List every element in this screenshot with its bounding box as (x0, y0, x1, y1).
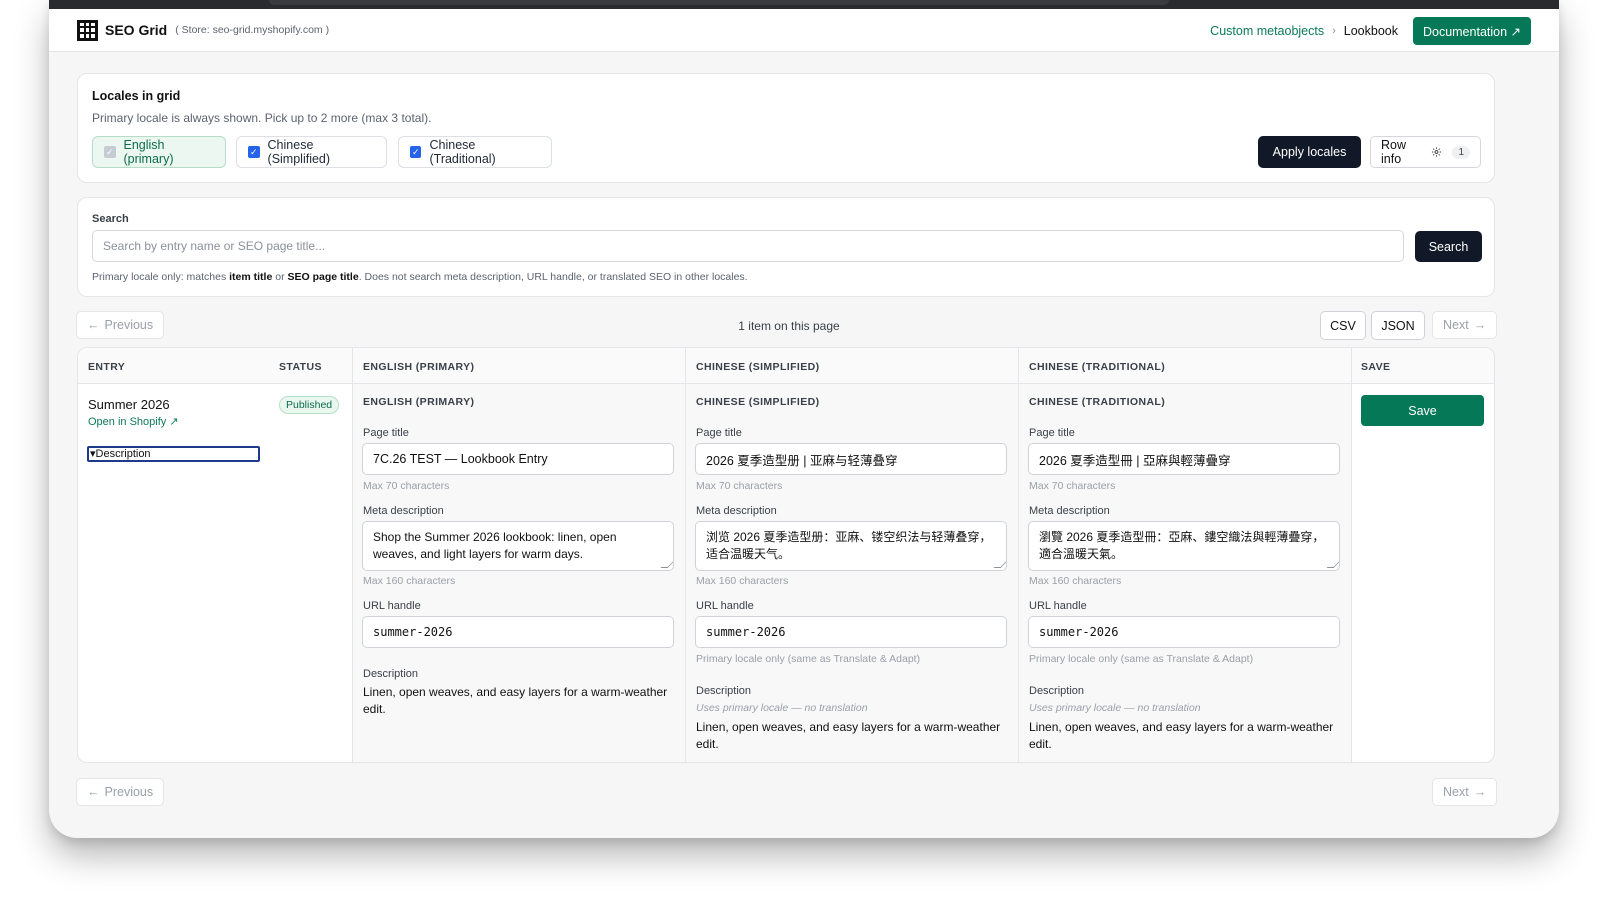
row-info-button[interactable]: Row info 1 (1370, 136, 1481, 168)
seo-grid-table: ENTRY STATUS ENGLISH (PRIMARY) CHINESE (… (77, 347, 1495, 763)
browser-top-strip (49, 0, 1559, 9)
save-button[interactable]: Save (1361, 395, 1484, 426)
items-count: 1 item on this page (738, 319, 840, 333)
locale-chip-chinese-simplified[interactable]: ✓ Chinese (Simplified) (236, 136, 387, 168)
description-text-chinese-simplified: Linen, open weaves, and easy layers for … (696, 720, 1001, 751)
locales-subtitle: Primary locale is always shown. Pick up … (92, 111, 432, 125)
app-window: SEO Grid ( Store: seo-grid.myshopify.com… (49, 0, 1559, 838)
status-badge: Published (279, 396, 340, 414)
url-handle-input-english[interactable]: summer-2026 (362, 616, 674, 648)
table-header: ENTRY STATUS ENGLISH (PRIMARY) CHINESE (… (78, 348, 1494, 384)
meta-description-input-chinese-traditional[interactable]: 瀏覽 2026 夏季造型冊：亞麻、鏤空織法與輕薄疊穿，適合溫暖天氣。 (1028, 521, 1340, 571)
meta-description-label: Meta description (1029, 505, 1110, 517)
checkbox-checked-icon[interactable]: ✓ (410, 146, 422, 158)
description-toggle[interactable]: ▾ Description (87, 446, 260, 462)
meta-description-help: Max 160 characters (696, 575, 789, 587)
description-text-chinese-traditional: Linen, open weaves, and easy layers for … (1029, 720, 1334, 751)
locale-chip-english: ✓ English (primary) (92, 136, 226, 168)
page-title-help: Max 70 characters (363, 480, 450, 492)
locales-title: Locales in grid (92, 89, 181, 103)
locale-heading: CHINESE (TRADITIONAL) (1029, 396, 1166, 408)
meta-description-label: Meta description (696, 505, 777, 517)
column-header-entry: ENTRY (88, 361, 126, 373)
column-header-english: ENGLISH (PRIMARY) (363, 361, 475, 373)
column-header-save: SAVE (1361, 361, 1391, 373)
column-header-chinese-traditional: CHINESE (TRADITIONAL) (1029, 361, 1166, 373)
next-page-button[interactable]: Next → (1432, 311, 1498, 339)
previous-page-button-bottom[interactable]: ← Previous (76, 778, 165, 806)
column-header-chinese-simplified: CHINESE (SIMPLIFIED) (696, 361, 820, 373)
csv-export-button[interactable]: CSV (1320, 311, 1366, 340)
page-title-label: Page title (696, 427, 742, 439)
description-help: Uses primary locale — no translation (1029, 702, 1201, 714)
open-in-shopify-link[interactable]: Open in Shopify ↗ (88, 415, 179, 428)
checkbox-disabled-icon: ✓ (104, 146, 116, 158)
url-handle-help: Primary locale only (same as Translate &… (696, 653, 921, 665)
url-handle-input-chinese-traditional[interactable]: summer-2026 (1028, 616, 1340, 648)
url-handle-help: Primary locale only (same as Translate &… (1029, 653, 1254, 665)
description-text-english: Linen, open weaves, and easy layers for … (363, 685, 668, 716)
url-handle-label: URL handle (363, 600, 421, 612)
row-info-count-badge: 1 (1452, 145, 1470, 159)
meta-description-input-english[interactable]: Shop the Summer 2026 lookbook: linen, op… (362, 521, 674, 571)
url-handle-label: URL handle (696, 600, 754, 612)
arrow-right-icon: → (1473, 785, 1487, 799)
meta-description-input-chinese-simplified[interactable]: 浏览 2026 夏季造型册：亚麻、镂空织法与轻薄叠穿，适合温暖天气。 (695, 521, 1007, 571)
chevron-right-icon: › (1332, 24, 1336, 37)
meta-description-help: Max 160 characters (363, 575, 456, 587)
locale-heading: ENGLISH (PRIMARY) (363, 396, 475, 408)
search-input[interactable]: Search by entry name or SEO page title..… (92, 230, 1404, 262)
json-export-button[interactable]: JSON (1371, 311, 1425, 340)
search-button[interactable]: Search (1415, 231, 1482, 262)
locale-chip-label: Chinese (Simplified) (267, 138, 331, 166)
search-card: Search Search by entry name or SEO page … (77, 197, 1495, 297)
description-label: Description (1029, 685, 1085, 697)
column-header-status: STATUS (279, 361, 322, 373)
gear-icon (1432, 147, 1442, 157)
url-handle-label: URL handle (1029, 600, 1087, 612)
app-name: SEO Grid (105, 22, 168, 38)
breadcrumb-custom-metaobjects[interactable]: Custom metaobjects (1210, 24, 1324, 38)
meta-description-label: Meta description (363, 505, 444, 517)
store-domain: ( Store: seo-grid.myshopify.com ) (175, 24, 330, 36)
arrow-right-icon: → (1473, 318, 1487, 332)
locales-card: Locales in grid Primary locale is always… (77, 73, 1495, 183)
breadcrumb-current: Lookbook (1343, 23, 1398, 38)
page-title-help: Max 70 characters (696, 480, 783, 492)
search-label: Search (92, 213, 129, 225)
page-title-input-chinese-simplified[interactable]: 2026 夏季造型册 | 亚麻与轻薄叠穿 (695, 443, 1007, 475)
search-hint: Primary locale only: matches item title … (92, 271, 748, 283)
apply-locales-button[interactable]: Apply locales (1258, 136, 1361, 168)
arrow-left-icon: ← (87, 785, 100, 799)
page-title-input-chinese-traditional[interactable]: 2026 夏季造型冊 | 亞麻與輕薄疊穿 (1028, 443, 1340, 475)
locale-chip-label: Chinese (Traditional) (429, 138, 496, 166)
checkbox-checked-icon[interactable]: ✓ (248, 146, 260, 158)
grid-logo-icon (77, 19, 98, 41)
arrow-left-icon: ← (87, 318, 100, 332)
description-help: Uses primary locale — no translation (696, 702, 868, 714)
row-info-label: Row info (1381, 138, 1407, 166)
breadcrumb: Custom metaobjects › Lookbook (1210, 9, 1398, 52)
page-title-label: Page title (363, 427, 409, 439)
page-title-help: Max 70 characters (1029, 480, 1116, 492)
description-label: Description (363, 668, 419, 680)
page-title-label: Page title (1029, 427, 1075, 439)
documentation-button[interactable]: Documentation ↗ (1412, 17, 1531, 45)
meta-description-help: Max 160 characters (1029, 575, 1122, 587)
next-page-button-bottom[interactable]: Next → (1432, 778, 1498, 806)
locale-chip-label: English (primary) (123, 138, 174, 166)
locale-heading: CHINESE (SIMPLIFIED) (696, 396, 820, 408)
locale-chip-chinese-traditional[interactable]: ✓ Chinese (Traditional) (398, 136, 552, 168)
page-title-input-english[interactable]: 7C.26 TEST — Lookbook Entry (362, 443, 674, 475)
previous-page-button[interactable]: ← Previous (76, 311, 165, 339)
app-header: SEO Grid ( Store: seo-grid.myshopify.com… (49, 9, 1559, 52)
entry-name: Summer 2026 (88, 397, 170, 412)
description-label: Description (696, 685, 752, 697)
url-handle-input-chinese-simplified[interactable]: summer-2026 (695, 616, 1007, 648)
